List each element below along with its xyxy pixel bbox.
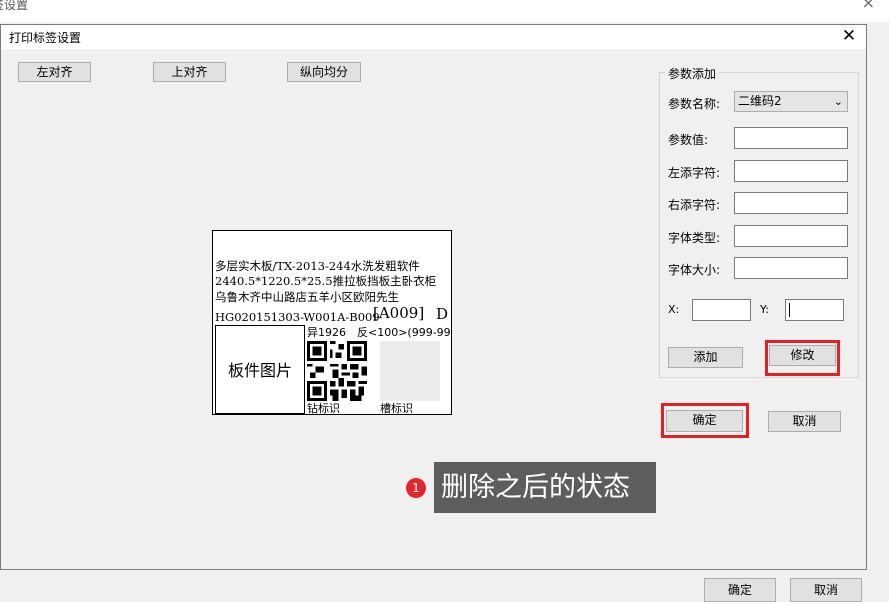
background-close-icon[interactable]: ×: [862, 0, 875, 12]
chevron-down-icon: ⌄: [833, 95, 843, 108]
param-name-select[interactable]: 二维码2 ⌄: [734, 91, 848, 112]
param-value-field[interactable]: [734, 127, 848, 149]
left-char-field[interactable]: [734, 160, 848, 182]
align-top-button[interactable]: 上对齐: [153, 62, 226, 82]
background-window-titlebar: 签设置 ×: [0, 0, 889, 22]
background-cancel-button[interactable]: 取消: [790, 578, 862, 602]
text-caret: [789, 303, 790, 317]
label-line-order-code[interactable]: HG020151303-W001A-B009: [215, 310, 380, 324]
y-label: Y:: [760, 303, 769, 316]
annotation-number-badge: 1: [406, 478, 426, 498]
dialog-title: 打印标签设置: [9, 31, 82, 45]
font-type-label: 字体类型:: [668, 231, 721, 245]
ok-highlight-box: [661, 403, 749, 438]
label-line-dimensions[interactable]: 2440.5*1220.5*25.5推拉板挡板主卧衣柜: [215, 273, 436, 289]
dialog-titlebar: 打印标签设置 ✕: [1, 25, 866, 49]
right-char-field[interactable]: [734, 192, 848, 214]
font-size-label: 字体大小:: [668, 263, 721, 277]
cancel-button[interactable]: 取消: [768, 411, 841, 432]
param-name-value: 二维码2: [738, 94, 782, 108]
x-field[interactable]: [692, 299, 751, 321]
label-drill-mark[interactable]: 钻标识: [307, 400, 340, 414]
background-window-title: 签设置: [0, 0, 29, 12]
close-icon[interactable]: ✕: [840, 26, 858, 46]
label-code-suffix[interactable]: D: [436, 305, 448, 323]
add-button[interactable]: 添加: [668, 347, 743, 368]
y-field[interactable]: [785, 299, 844, 321]
groove-image-placeholder[interactable]: [380, 341, 440, 401]
label-line-customer[interactable]: 乌鲁木齐中山路店五羊小区欧阳先生: [215, 289, 399, 305]
label-line-material[interactable]: 多层实木板/TX-2013-244水洗发粗软件: [215, 258, 420, 274]
label-shape-text[interactable]: 异1926: [307, 324, 346, 340]
param-group-title: 参数添加: [665, 65, 720, 82]
distribute-vertical-button[interactable]: 纵向均分: [287, 62, 361, 82]
background-ok-button[interactable]: 确定: [704, 578, 776, 602]
right-char-label: 右添字符:: [668, 198, 721, 212]
param-name-label: 参数名称:: [668, 97, 721, 111]
font-size-field[interactable]: [734, 257, 848, 279]
align-left-button[interactable]: 左对齐: [18, 62, 91, 82]
x-label: X:: [668, 303, 680, 316]
label-box-code[interactable]: [A009]: [373, 304, 424, 322]
label-edge-text[interactable]: 反<100>(999-99: [357, 324, 451, 340]
label-preview: 多层实木板/TX-2013-244水洗发粗软件 2440.5*1220.5*25…: [212, 230, 452, 415]
annotation-callout: 删除之后的状态: [434, 462, 656, 513]
label-photo-placeholder[interactable]: 板件图片: [215, 325, 305, 414]
label-groove-mark[interactable]: 槽标识: [380, 400, 413, 414]
font-type-field[interactable]: [734, 225, 848, 247]
qr-code-icon[interactable]: [307, 341, 367, 401]
left-char-label: 左添字符:: [668, 166, 721, 180]
param-value-label: 参数值:: [668, 133, 709, 147]
modify-highlight-box: [765, 340, 840, 376]
